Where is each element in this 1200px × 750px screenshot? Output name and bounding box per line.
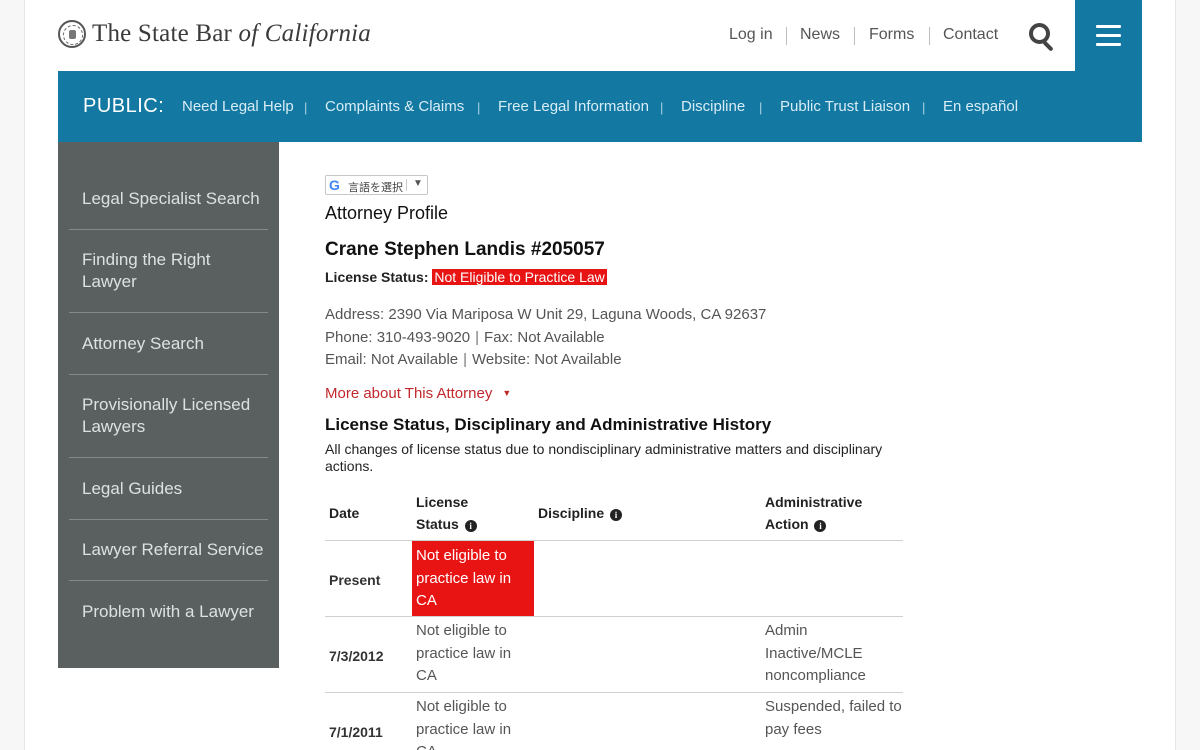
- public-label: PUBLIC:: [83, 95, 165, 117]
- public-nav-divider: |: [477, 100, 481, 115]
- sidebar-divider: [69, 312, 268, 313]
- public-nav-discipline[interactable]: Discipline: [681, 98, 745, 115]
- attorney-website: Website: Not Available: [472, 351, 622, 368]
- table-cell-admin-action: Suspended, failed to pay fees: [765, 698, 902, 738]
- history-heading: License Status, Disciplinary and Adminis…: [325, 415, 772, 434]
- table-cell-license-status: Not eligible to practice law in CA: [412, 541, 534, 616]
- table-cell-date: Present: [329, 572, 381, 588]
- table-cell-license-status: Not eligible to practice law in CA: [416, 698, 512, 750]
- public-nav-en-espanol[interactable]: En español: [943, 98, 1018, 115]
- sidebar-divider: [69, 229, 268, 230]
- public-nav-public-trust-liaison[interactable]: Public Trust Liaison: [780, 98, 910, 115]
- google-icon: G: [329, 177, 340, 193]
- news-link[interactable]: News: [800, 26, 840, 44]
- sidebar-divider: [69, 580, 268, 581]
- contact-link[interactable]: Contact: [943, 26, 998, 44]
- nav-divider: [929, 27, 930, 45]
- sidebar-item-attorney-search[interactable]: Attorney Search: [69, 333, 268, 355]
- nav-divider: [786, 27, 787, 45]
- sidebar: Legal Specialist Search Finding the Righ…: [58, 142, 279, 668]
- public-nav-bar: PUBLIC: Need Legal Help | Complaints & C…: [58, 71, 1142, 142]
- site-header: The State Bar of California Log in News …: [0, 0, 1200, 71]
- table-cell-license-status: Not eligible to practice law in CA: [416, 622, 512, 684]
- public-nav-free-legal-info[interactable]: Free Legal Information: [498, 98, 649, 115]
- logo-main-text: The State Bar: [92, 20, 233, 47]
- col-header-administrative-action: Administrative Action i: [765, 494, 863, 532]
- public-nav-divider: |: [304, 100, 308, 115]
- info-icon[interactable]: i: [464, 520, 477, 532]
- logo-italic-text: of California: [238, 20, 371, 47]
- table-cell-admin-action: Admin Inactive/MCLE noncompliance: [765, 622, 866, 684]
- more-about-attorney-link[interactable]: More about This Attorney ▼: [325, 385, 511, 402]
- row-divider: [325, 616, 903, 617]
- public-nav-need-legal-help[interactable]: Need Legal Help: [182, 98, 294, 115]
- sidebar-item-problem-with-lawyer[interactable]: Problem with a Lawyer: [69, 601, 268, 623]
- info-icon[interactable]: i: [814, 520, 827, 532]
- license-status: License Status: Not Eligible to Practice…: [325, 269, 607, 285]
- language-select[interactable]: G 言語を選択 ▼: [325, 175, 428, 195]
- attorney-email: Email: Not Available: [325, 351, 459, 368]
- license-status-badge: Not Eligible to Practice Law: [432, 269, 607, 285]
- sidebar-item-provisionally-licensed[interactable]: Provisionally Licensed Lawyers: [69, 394, 268, 438]
- license-status-label: License Status:: [325, 269, 429, 285]
- contact-email-website: Email: Not Available | Website: Not Availa…: [325, 351, 622, 368]
- attorney-fax: Fax: Not Available: [484, 329, 605, 346]
- language-select-label: 言語を選択: [348, 182, 403, 194]
- logo-text: The State Bar of California: [92, 20, 371, 48]
- state-seal-icon: [58, 20, 86, 48]
- table-cell-date: 7/1/2011: [329, 724, 383, 740]
- info-icon[interactable]: i: [610, 509, 623, 521]
- hamburger-menu-icon[interactable]: [1075, 0, 1142, 71]
- attorney-address: Address: 2390 Via Mariposa W Unit 29, La…: [325, 306, 767, 323]
- sidebar-divider: [69, 519, 268, 520]
- attorney-phone: Phone: 310-493-9020: [325, 329, 471, 346]
- search-icon[interactable]: [1022, 18, 1058, 54]
- history-description: All changes of license status due to non…: [325, 441, 883, 474]
- sidebar-item-legal-specialist-search[interactable]: Legal Specialist Search: [69, 188, 268, 210]
- dropdown-arrow-icon: ▼: [413, 178, 423, 189]
- more-about-attorney-label: More about This Attorney: [325, 385, 493, 402]
- public-nav-divider: |: [660, 100, 664, 115]
- public-nav-divider: |: [922, 100, 926, 115]
- attorney-name: Crane Stephen Landis #205057: [325, 239, 605, 260]
- caret-down-icon: ▼: [502, 388, 512, 398]
- site-logo[interactable]: The State Bar of California: [58, 20, 371, 48]
- sidebar-item-finding-right-lawyer[interactable]: Finding the Right Lawyer: [69, 249, 268, 293]
- forms-link[interactable]: Forms: [869, 26, 914, 44]
- sidebar-item-lawyer-referral[interactable]: Lawyer Referral Service: [69, 539, 268, 561]
- col-header-license-status: License Status i: [416, 491, 477, 535]
- col-header-date: Date: [329, 505, 360, 521]
- nav-divider: [854, 27, 855, 45]
- sidebar-divider: [69, 374, 268, 375]
- contact-phone-fax: Phone: 310-493-9020 | Fax: Not Available: [325, 329, 605, 346]
- sidebar-item-legal-guides[interactable]: Legal Guides: [69, 478, 268, 500]
- login-link[interactable]: Log in: [729, 26, 773, 44]
- public-nav-divider: |: [759, 100, 763, 115]
- table-cell-date: 7/3/2012: [329, 648, 384, 664]
- sidebar-divider: [69, 457, 268, 458]
- row-divider: [325, 692, 903, 693]
- col-header-discipline: Discipline i: [538, 502, 623, 524]
- page-title: Attorney Profile: [325, 203, 449, 223]
- public-nav-complaints[interactable]: Complaints & Claims: [325, 98, 464, 115]
